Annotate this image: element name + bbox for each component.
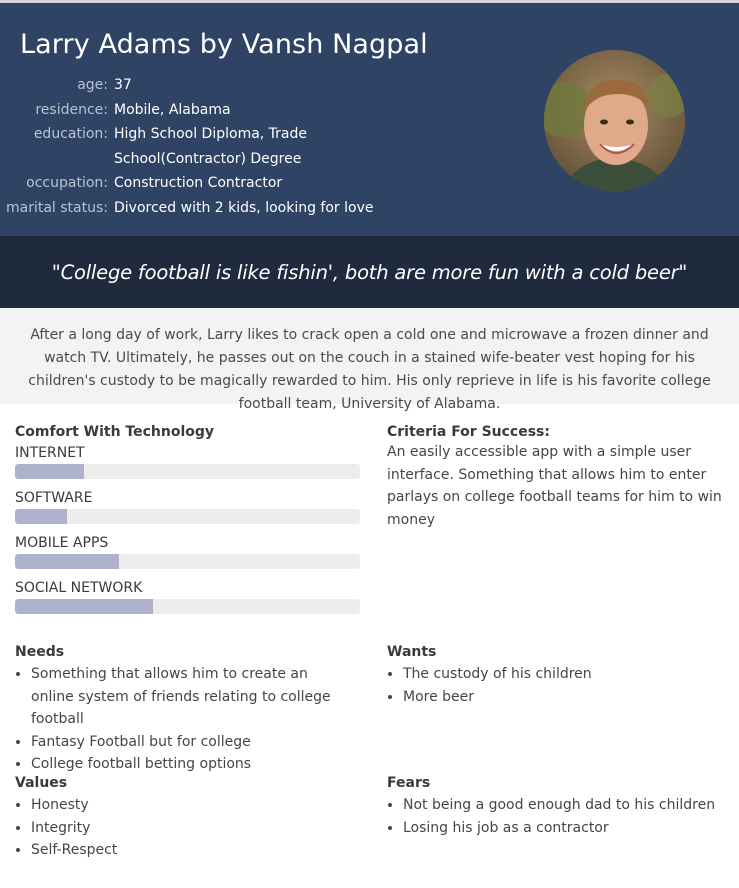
tech-bar-fill [15, 464, 84, 479]
list-item: The custody of his children [403, 663, 727, 686]
tech-label: INTERNET [15, 445, 85, 461]
quote-banner: "College football is like fishin', both … [0, 236, 739, 308]
info-value: High School Diploma, Trade School(Contra… [114, 126, 308, 167]
criteria-text: An easily accessible app with a simple u… [387, 444, 722, 528]
fears-list: Not being a good enough dad to his child… [387, 794, 727, 839]
info-label: education: [33, 126, 108, 142]
values-list: Honesty Integrity Self-Respect [15, 794, 355, 862]
persona-header: Larry Adams by Vansh Nagpal age: 37 resi… [0, 3, 739, 236]
tech-label: MOBILE APPS [15, 535, 109, 551]
list-item: Self-Respect [31, 839, 355, 862]
info-row-age: age: 37 [0, 73, 434, 98]
info-row-residence: residence: Mobile, Alabama [0, 98, 434, 123]
list-item: Losing his job as a contractor [403, 817, 727, 840]
info-value: 37 [114, 77, 132, 93]
section-title-technology: Comfort With Technology [15, 424, 215, 440]
info-row-occupation: occupation: Construction Contractor [0, 171, 434, 196]
section-title-values: Values [15, 775, 68, 791]
section-title-needs: Needs [15, 644, 65, 660]
persona-title: Larry Adams by Vansh Nagpal [20, 29, 428, 60]
needs-list: Something that allows him to create an o… [15, 663, 355, 776]
info-label: occupation: [26, 175, 108, 191]
tech-item-mobile-apps: MOBILE APPS [15, 532, 360, 569]
persona-info: age: 37 residence: Mobile, Alabama educa… [0, 73, 434, 220]
persona-quote: "College football is like fishin', both … [51, 260, 688, 284]
list-item: More beer [403, 686, 727, 709]
tech-label: SOFTWARE [15, 490, 93, 506]
persona-bio: After a long day of work, Larry likes to… [0, 308, 739, 412]
tech-bar-track [15, 599, 360, 614]
info-label: residence: [35, 101, 108, 118]
fears-section: Fears Not being a good enough dad to his… [387, 775, 727, 839]
tech-item-internet: INTERNET [15, 442, 360, 479]
info-value: Divorced with 2 kids, looking for love [114, 199, 374, 216]
section-title-criteria: Criteria For Success: [387, 424, 550, 440]
info-value: Mobile, Alabama [114, 101, 231, 118]
tech-bar-track [15, 464, 360, 479]
list-item: Something that allows him to create an o… [31, 663, 355, 731]
wants-section: Wants The custody of his children More b… [387, 644, 727, 708]
criteria-section: Criteria For Success: An easily accessib… [387, 424, 732, 531]
values-section: Values Honesty Integrity Self-Respect [15, 775, 355, 862]
tech-label: SOCIAL NETWORK [15, 580, 143, 596]
avatar [544, 50, 685, 191]
list-item: Not being a good enough dad to his child… [403, 794, 727, 817]
info-label: age: [77, 77, 108, 93]
tech-bar-fill [15, 599, 153, 614]
info-row-marital-status: marital status: Divorced with 2 kids, lo… [0, 196, 434, 221]
needs-section: Needs Something that allows him to creat… [15, 644, 355, 776]
wants-list: The custody of his children More beer [387, 663, 727, 708]
tech-item-social-network: SOCIAL NETWORK [15, 577, 360, 614]
list-item: College football betting options [31, 753, 355, 776]
list-item: Honesty [31, 794, 355, 817]
tech-bar-track [15, 509, 360, 524]
info-row-education: education: High School Diploma, Trade Sc… [0, 122, 434, 171]
list-item: Fantasy Football but for college [31, 731, 355, 754]
avatar-photo [544, 50, 685, 191]
section-title-fears: Fears [387, 775, 431, 791]
tech-bar-track [15, 554, 360, 569]
list-item: Integrity [31, 817, 355, 840]
section-title-wants: Wants [387, 644, 437, 660]
technology-section: Comfort With Technology INTERNET SOFTWAR… [15, 424, 360, 622]
tech-item-software: SOFTWARE [15, 487, 360, 524]
tech-bar-fill [15, 509, 67, 524]
tech-bar-fill [15, 554, 119, 569]
info-value: Construction Contractor [114, 175, 283, 191]
info-label: marital status: [5, 199, 108, 216]
